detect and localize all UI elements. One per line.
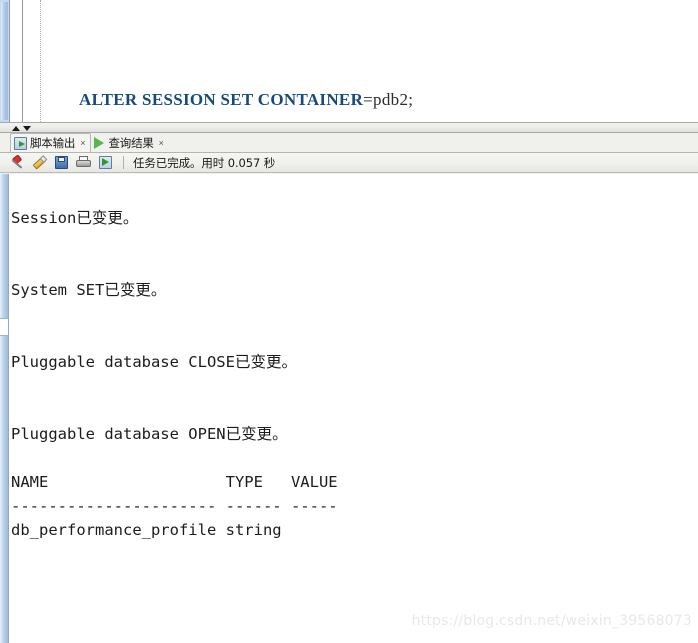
status-text: 任务已完成。用时 0.057 秒 [133, 155, 276, 170]
tab-close-icon[interactable]: × [159, 138, 164, 148]
eraser-icon[interactable] [31, 154, 48, 171]
play-icon [94, 136, 105, 149]
run-script-icon[interactable] [97, 154, 114, 171]
code-text[interactable]: ALTER SESSION SET CONTAINER=pdb2; ALTER … [45, 0, 695, 122]
editor-vertical-scrollbar[interactable] [0, 0, 10, 122]
tab-close-icon[interactable]: × [80, 138, 85, 148]
editor-scrollbar-thumb[interactable] [1, 2, 8, 120]
tab-label: 脚本输出 [30, 136, 76, 150]
code-line[interactable]: ALTER SESSION SET CONTAINER=pdb2; [45, 57, 695, 109]
toolbar-separator [123, 156, 124, 169]
results-toolbar: 任务已完成。用时 0.057 秒 [0, 153, 698, 173]
results-panel: 脚本输出 × 查询结果 × 任务已完成。用时 0.057 秒 Session已变… [0, 133, 698, 643]
script-output-icon [14, 136, 27, 150]
watermark-text: https://blog.csdn.net/weixin_39568073 [411, 613, 692, 629]
splitter-arrows[interactable] [12, 124, 31, 133]
tab-query-result[interactable]: 查询结果 × [91, 133, 168, 152]
script-output-area[interactable]: Session已变更。 System SET已变更。 Pluggable dat… [0, 174, 698, 643]
output-vertical-scrollbar[interactable] [0, 174, 9, 643]
tab-label: 查询结果 [108, 135, 154, 150]
output-scrollbar-thumb[interactable] [0, 174, 8, 643]
editor-gutter [10, 0, 22, 122]
chevron-down-icon[interactable] [23, 126, 31, 131]
output-scrollbar-marker[interactable] [0, 318, 8, 336]
sql-keyword: ALTER SESSION SET CONTAINER [79, 89, 364, 109]
editor-indent-guide [40, 0, 41, 122]
pin-icon[interactable] [9, 154, 26, 171]
pane-splitter[interactable] [0, 122, 698, 133]
save-icon[interactable] [53, 154, 70, 171]
print-icon[interactable] [75, 154, 92, 171]
chevron-up-icon[interactable] [12, 126, 20, 131]
tab-script-output[interactable]: 脚本输出 × [10, 133, 92, 152]
sql-worksheet-editor[interactable]: ALTER SESSION SET CONTAINER=pdb2; ALTER … [0, 0, 698, 122]
editor-margin [23, 0, 40, 122]
output-text[interactable]: Session已变更。 System SET已变更。 Pluggable dat… [11, 190, 696, 643]
sql-developer-window: ALTER SESSION SET CONTAINER=pdb2; ALTER … [0, 0, 698, 643]
results-tab-strip: 脚本输出 × 查询结果 × [0, 133, 698, 153]
sql-text: =pdb2; [363, 89, 414, 109]
